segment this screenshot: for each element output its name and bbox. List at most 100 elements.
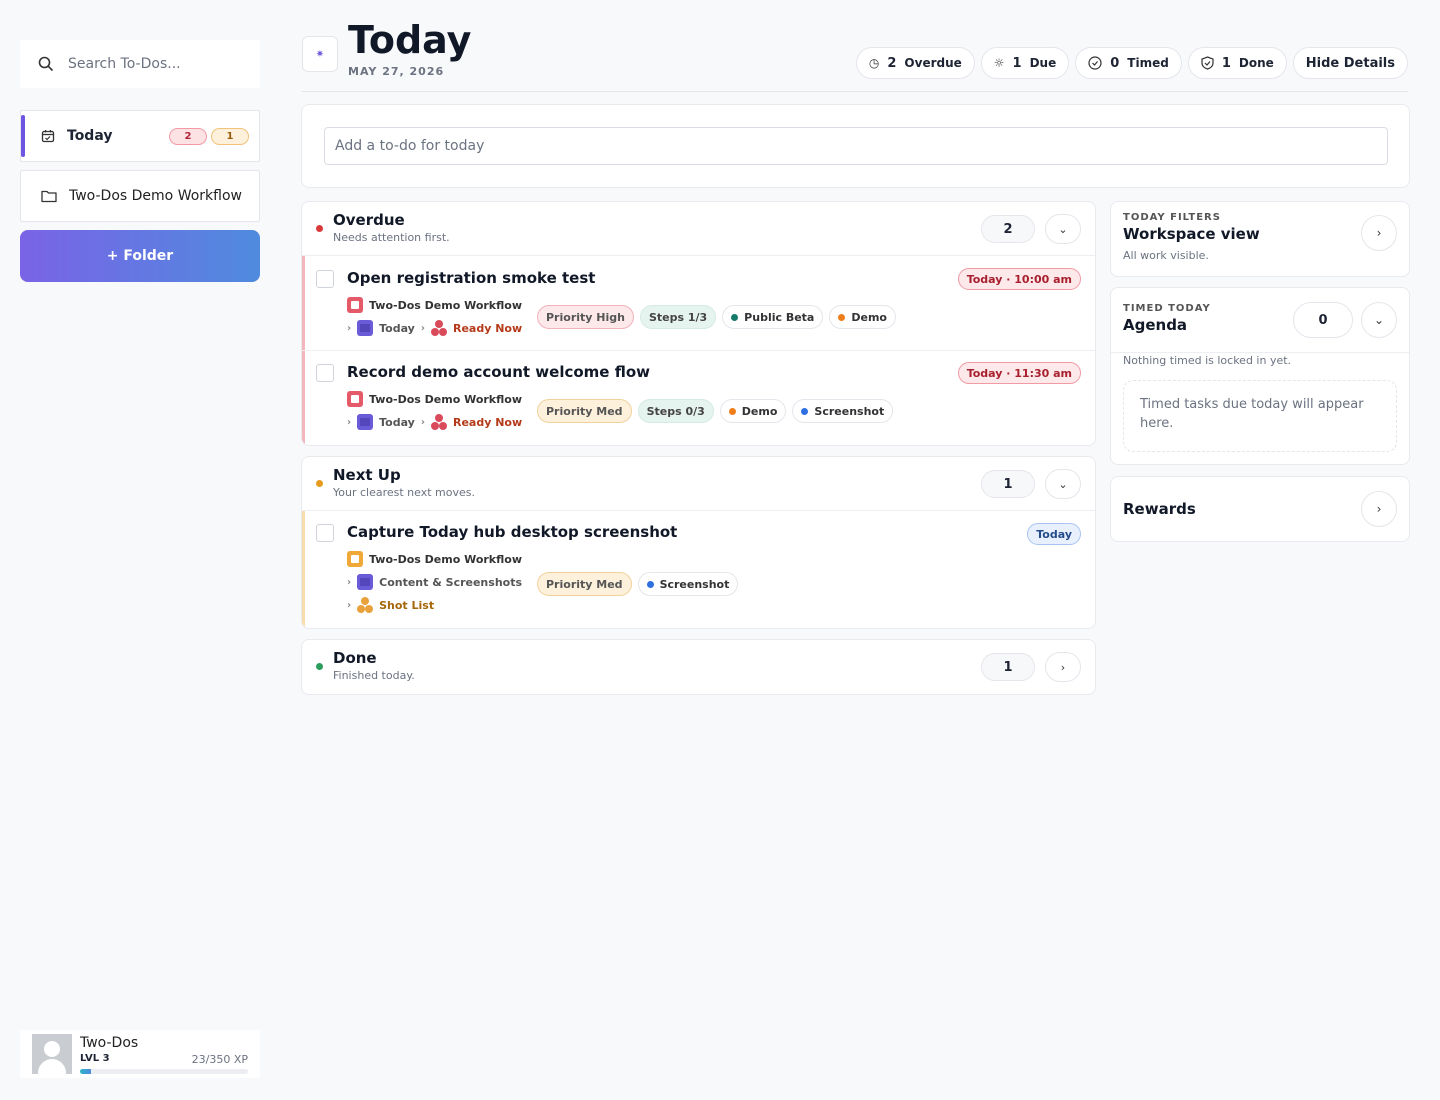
- tag-dot: [728, 407, 736, 415]
- xp-label: 23/350 XP: [191, 1052, 248, 1066]
- level-row: LVL 3 23/350 XP: [80, 1053, 248, 1066]
- agenda-count: 0: [1293, 302, 1353, 338]
- path-status: Ready Now: [452, 321, 523, 335]
- section-header[interactable]: Next Up Your clearest next moves. 1 ⌄: [302, 457, 1095, 511]
- rewards-card[interactable]: Rewards ›: [1110, 476, 1410, 542]
- section-overdue: Overdue Needs attention first. 2 ⌄ Open …: [301, 201, 1096, 446]
- due-badge: 1: [211, 127, 249, 145]
- hide-details-button[interactable]: Hide Details: [1292, 47, 1408, 79]
- section-header[interactable]: Overdue Needs attention first. 2 ⌄: [302, 202, 1095, 256]
- chevron-right-icon: ›: [347, 576, 352, 588]
- workflow-label: Two-Dos Demo Workflow: [369, 298, 522, 312]
- chevron-down-icon[interactable]: ⌄: [1361, 302, 1397, 338]
- path-list: Content & Screenshots: [379, 575, 523, 589]
- list-icon: [357, 320, 374, 336]
- task-chips: Priority Med Steps 0/3 Demo Screenshot: [537, 399, 894, 423]
- task-title[interactable]: Record demo account welcome flow: [347, 363, 650, 381]
- section-count: 1: [981, 653, 1035, 681]
- task-workflow: Two-Dos Demo Workflow: [347, 551, 522, 567]
- section-done: Done Finished today. 1 ›: [301, 639, 1096, 695]
- tag-chip: Public Beta: [722, 305, 824, 329]
- workflow-label: Two-Dos Demo Workflow: [369, 392, 522, 406]
- shot-list-icon: [357, 597, 374, 613]
- steps-chip: Steps 0/3: [637, 399, 714, 423]
- section-subtitle: Your clearest next moves.: [333, 486, 475, 499]
- stat-count: 2: [887, 55, 897, 71]
- stat-count: 0: [1110, 55, 1120, 71]
- sidebar-item-today[interactable]: Today 2 1: [20, 110, 260, 162]
- workflow-icon: [347, 551, 363, 567]
- chevron-right-icon[interactable]: ›: [1361, 491, 1397, 527]
- chevron-right-icon: ›: [420, 322, 425, 334]
- chevron-right-icon: ›: [347, 416, 352, 428]
- add-folder-button[interactable]: + Folder: [20, 230, 260, 282]
- task-chips: Priority Med Screenshot: [537, 572, 739, 596]
- chevron-down-icon[interactable]: ⌄: [1045, 214, 1081, 244]
- stat-count: 1: [1012, 55, 1022, 71]
- section-title: Done: [333, 649, 377, 667]
- tag-chip: Screenshot: [637, 572, 739, 596]
- task-checkbox[interactable]: [316, 270, 334, 288]
- task-path: › Content & Screenshots: [347, 574, 522, 590]
- stat-done[interactable]: 1 Done: [1187, 47, 1287, 79]
- task-path: › Today › Ready Now: [347, 414, 522, 430]
- folder-icon: [41, 190, 57, 203]
- tag-dot: [731, 313, 739, 321]
- alarm-icon: ◷: [868, 56, 880, 70]
- chevron-down-icon[interactable]: ⌄: [1045, 469, 1081, 499]
- section-subtitle: Needs attention first.: [333, 231, 450, 244]
- path-list: Today: [379, 321, 415, 335]
- tag-label: Public Beta: [744, 310, 815, 324]
- task-row[interactable]: Capture Today hub desktop screenshot Tod…: [302, 511, 1095, 628]
- section-header[interactable]: Done Finished today. 1 ›: [302, 640, 1095, 694]
- tag-dot: [646, 580, 654, 588]
- task-checkbox[interactable]: [316, 364, 334, 382]
- agenda-empty-state: Timed tasks due today will appear here.: [1123, 380, 1397, 452]
- shield-check-icon: [1201, 56, 1214, 70]
- stat-overdue[interactable]: ◷ 2 Overdue: [855, 47, 975, 79]
- task-subpath: › Shot List: [347, 597, 434, 613]
- profile-name: Two-Dos: [80, 1034, 139, 1051]
- search-input[interactable]: [68, 56, 248, 72]
- section-title: Next Up: [333, 466, 401, 484]
- chevron-right-icon[interactable]: ›: [1045, 652, 1081, 682]
- task-workflow: Two-Dos Demo Workflow: [347, 391, 522, 407]
- task-row[interactable]: Record demo account welcome flow Today ·…: [302, 351, 1095, 445]
- add-todo-card: [301, 104, 1410, 188]
- stat-label: Done: [1238, 56, 1274, 70]
- priority-chip: Priority Med: [537, 572, 632, 596]
- sidebar: Today 2 1 Two-Dos Demo Workflow + Folder: [20, 40, 260, 282]
- tag-label: Screenshot: [659, 577, 730, 591]
- ready-now-icon: [430, 414, 447, 430]
- list-icon: [357, 414, 374, 430]
- sun-logo-icon: ✷: [302, 36, 338, 72]
- task-workflow: Two-Dos Demo Workflow: [347, 297, 522, 313]
- task-row[interactable]: Open registration smoke test Today · 10:…: [302, 256, 1095, 351]
- agenda-subtitle: Nothing timed is locked in yet.: [1123, 354, 1292, 367]
- priority-chip: Priority High: [537, 305, 634, 329]
- profile-card[interactable]: Two-Dos LVL 3 23/350 XP: [20, 1030, 260, 1078]
- task-accent: [302, 351, 305, 445]
- workflow-icon: [347, 391, 363, 407]
- stat-timed[interactable]: 0 Timed: [1075, 47, 1182, 79]
- stat-count: 1: [1221, 55, 1231, 71]
- path-status: Shot List: [379, 598, 435, 612]
- task-title[interactable]: Capture Today hub desktop screenshot: [347, 523, 677, 541]
- add-todo-input[interactable]: [324, 127, 1388, 165]
- task-chips: Priority High Steps 1/3 Public Beta Demo: [537, 305, 896, 329]
- sidebar-item-workflow[interactable]: Two-Dos Demo Workflow: [20, 170, 260, 222]
- stat-due[interactable]: ☼ 1 Due: [980, 47, 1070, 79]
- stat-label: Timed: [1127, 56, 1169, 70]
- chevron-right-icon[interactable]: ›: [1361, 215, 1397, 251]
- task-title[interactable]: Open registration smoke test: [347, 269, 595, 287]
- status-dot: [316, 663, 323, 670]
- priority-chip: Priority Med: [537, 399, 632, 423]
- tag-chip: Screenshot: [792, 399, 894, 423]
- task-checkbox[interactable]: [316, 524, 334, 542]
- nav-badges: 2 1: [169, 127, 249, 145]
- today-filters-card[interactable]: TODAY FILTERS Workspace view All work vi…: [1110, 201, 1410, 277]
- task-accent: [302, 256, 305, 350]
- search-box[interactable]: [20, 40, 260, 88]
- level-label: LVL 3: [80, 1052, 110, 1064]
- agenda-card: TIMED TODAY Agenda 0 ⌄ Nothing timed is …: [1110, 287, 1410, 465]
